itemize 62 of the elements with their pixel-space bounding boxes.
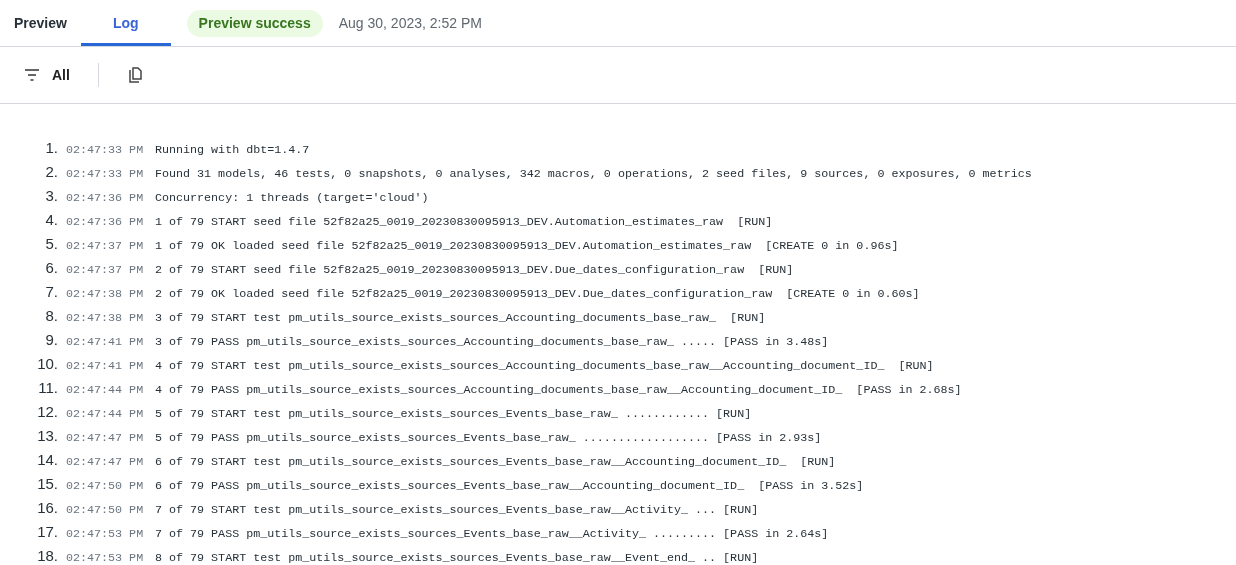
log-message: Found 31 models, 46 tests, 0 snapshots, 0 analyses, 342 macros, 0 operations, 2 seed files, 9 sources, 0 exposures, 0 metrics xyxy=(155,166,1032,183)
filter-icon xyxy=(24,69,40,81)
log-time: 02:47:33 PM xyxy=(66,166,145,183)
line-number: 7. xyxy=(44,282,59,302)
timestamp: Aug 30, 2023, 2:52 PM xyxy=(338,13,482,33)
log-message: 3 of 79 START test pm_utils_source_exists_sources_Accounting_documents_base_raw_ [RUN] xyxy=(155,310,766,327)
log-time: 02:47:37 PM xyxy=(66,262,145,279)
line-number: 4. xyxy=(44,210,59,230)
line-number: 17. xyxy=(36,522,59,542)
log-message: 6 of 79 START test pm_utils_source_exists_sources_Events_base_raw__Accounting_document_ID_ [RUN] xyxy=(155,454,836,471)
log-time: 02:47:36 PM xyxy=(66,214,145,231)
log-message: 1 of 79 START seed file 52f82a25_0019_20230830095913_DEV.Automation_estimates_raw [RUN] xyxy=(155,214,773,231)
log-message: 4 of 79 START test pm_utils_source_exists_sources_Accounting_documents_base_raw__Accounting_document_ID_ [RUN] xyxy=(155,358,934,375)
log-message: 8 of 79 START test pm_utils_source_exists_sources_Events_base_raw__Event_end_ .. [RUN] xyxy=(155,550,759,565)
line-number: 10. xyxy=(36,354,59,374)
log-message: 3 of 79 PASS pm_utils_source_exists_sources_Accounting_documents_base_raw_ ..... [PASS in 3.48s] xyxy=(155,334,829,351)
log-message: 2 of 79 OK loaded seed file 52f82a25_0019_20230830095913_DEV.Due_dates_configuration_raw [CREATE 0 in 0.60s] xyxy=(155,286,920,303)
log-time: 02:47:38 PM xyxy=(66,286,145,303)
line-number: 5. xyxy=(44,234,59,254)
log-time: 02:47:37 PM xyxy=(66,238,145,255)
log-message: 5 of 79 PASS pm_utils_source_exists_sources_Events_base_raw_ .................. [PASS in 2.93s] xyxy=(155,430,822,447)
log-message: Running with dbt=1.4.7 xyxy=(155,142,310,159)
log-message: 5 of 79 START test pm_utils_source_exists_sources_Events_base_raw_ ............ [RUN] xyxy=(155,406,752,423)
line-number: 18. xyxy=(36,546,59,565)
line-number: 1. xyxy=(44,138,59,158)
log-message: 7 of 79 PASS pm_utils_source_exists_sources_Events_base_raw__Activity_ ......... [PASS in 2.64s] xyxy=(155,526,829,543)
line-number: 13. xyxy=(36,426,59,446)
tab[interactable]: Log xyxy=(80,0,171,46)
tab[interactable]: Preview xyxy=(0,0,81,46)
line-number: 11. xyxy=(37,378,59,398)
status-badge: Preview success xyxy=(186,9,323,37)
log-time: 02:47:44 PM xyxy=(66,406,145,423)
line-number: 9. xyxy=(44,330,59,350)
log-time: 02:47:53 PM xyxy=(66,526,145,543)
log-time: 02:47:50 PM xyxy=(66,478,145,495)
log-time: 02:47:41 PM xyxy=(66,334,145,351)
line-number: 8. xyxy=(44,306,59,326)
copy-icon xyxy=(128,67,143,83)
log-message: Concurrency: 1 threads (target='cloud') xyxy=(155,190,429,207)
line-number: 16. xyxy=(36,498,59,518)
line-number: 2. xyxy=(44,162,59,182)
line-number: 3. xyxy=(44,186,59,206)
log-message: 7 of 79 START test pm_utils_source_exists_sources_Events_base_raw__Activity_ ... [RUN] xyxy=(155,502,759,519)
log-message: 4 of 79 PASS pm_utils_source_exists_sources_Accounting_documents_base_raw__Accounting_document_ID_ [PASS in 2.68s] xyxy=(155,382,962,399)
log-time: 02:47:36 PM xyxy=(66,190,145,207)
filter-button[interactable]: All xyxy=(24,64,70,86)
log-time: 02:47:53 PM xyxy=(66,550,145,565)
log-time: 02:47:47 PM xyxy=(66,454,145,471)
log-time: 02:47:41 PM xyxy=(66,358,145,375)
line-number: 15. xyxy=(36,474,59,494)
log-time: 02:47:38 PM xyxy=(66,310,145,327)
log-time: 02:47:44 PM xyxy=(66,382,145,399)
line-number: 6. xyxy=(44,258,59,278)
log-time: 02:47:33 PM xyxy=(66,142,145,159)
copy-button[interactable] xyxy=(126,65,145,85)
line-number: 12. xyxy=(36,402,59,422)
log-time: 02:47:47 PM xyxy=(66,430,145,447)
log-time: 02:47:50 PM xyxy=(66,502,145,519)
log-message: 2 of 79 START seed file 52f82a25_0019_20230830095913_DEV.Due_dates_configuration_raw [RUN] xyxy=(155,262,794,279)
log-message: 1 of 79 OK loaded seed file 52f82a25_0019_20230830095913_DEV.Automation_estimates_raw [CREATE 0 in 0.96s] xyxy=(155,238,899,255)
log-message: 6 of 79 PASS pm_utils_source_exists_sources_Events_base_raw__Accounting_document_ID_ [PASS in 3.52s] xyxy=(155,478,864,495)
line-number: 14. xyxy=(36,450,59,470)
